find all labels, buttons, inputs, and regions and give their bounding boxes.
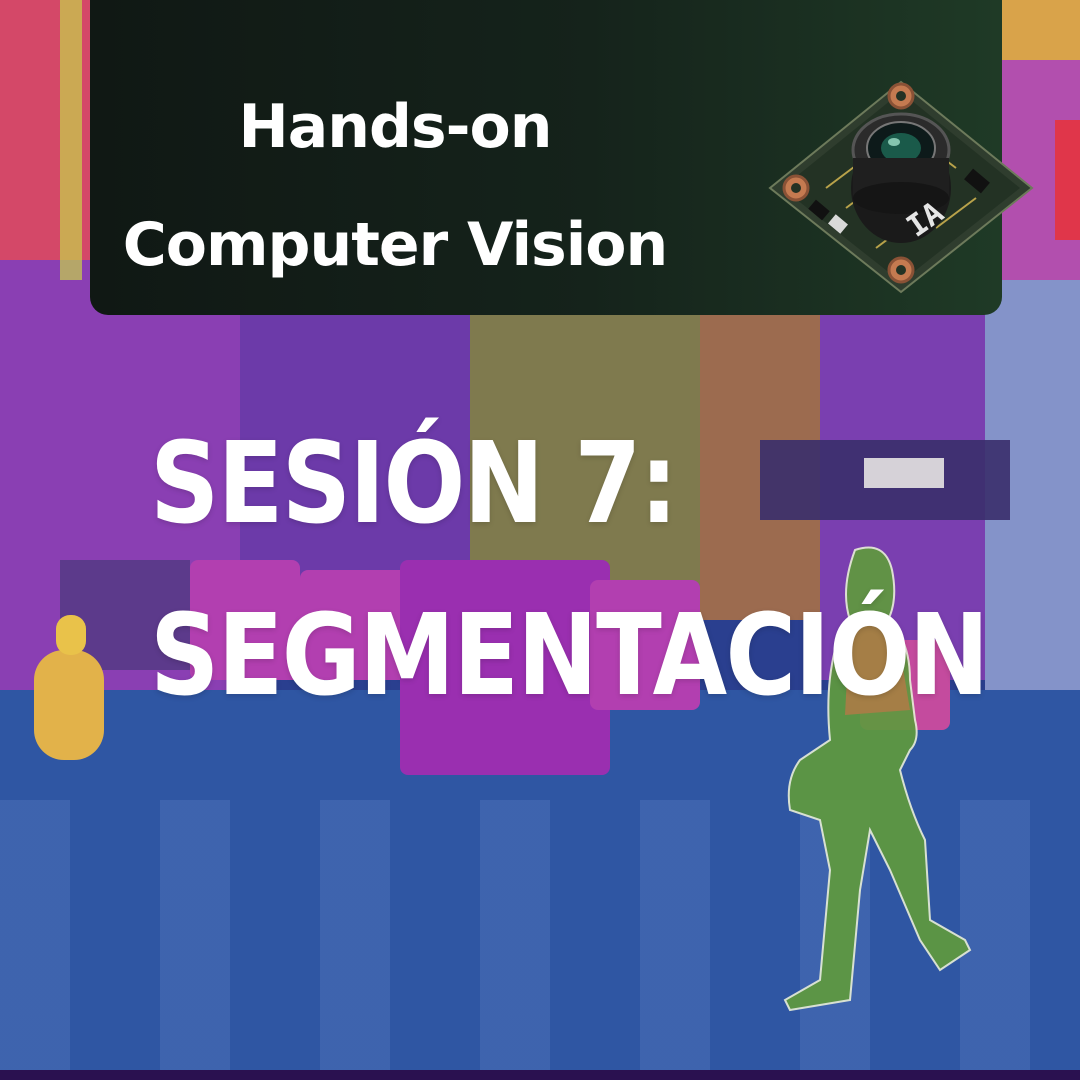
camera-chip-icon: IA [768, 80, 1034, 294]
session-topic: SEGMENTACIÓN [150, 591, 989, 721]
rider-segment [56, 615, 86, 655]
course-title-line1: Hands-on [238, 92, 553, 162]
pole-left [60, 0, 82, 280]
bottom-bar [0, 1070, 1080, 1080]
session-number: SESIÓN 7: [150, 419, 678, 549]
header-panel: Hands-on Computer Vision IA [90, 0, 1034, 315]
sign-right-red [1055, 120, 1080, 240]
motorcycle-segment [34, 650, 104, 760]
building-right-yellow [1000, 0, 1080, 60]
course-title-line2: Computer Vision [122, 210, 668, 280]
street-sign [864, 458, 944, 488]
